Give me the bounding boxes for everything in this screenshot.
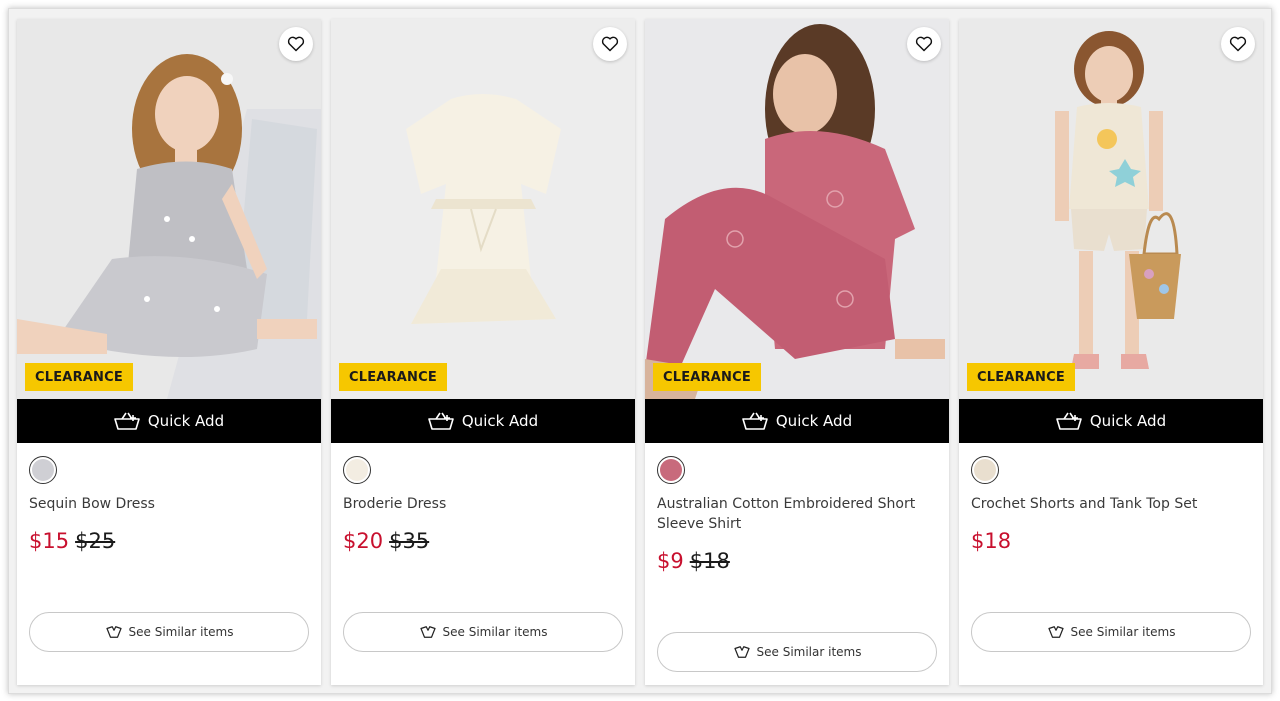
- product-card[interactable]: CLEARANCE Quick Add Sequin Bow Dress $15…: [17, 19, 321, 685]
- product-card[interactable]: CLEARANCE Quick Add Broderie Dress $20 $3…: [331, 19, 635, 685]
- product-grid-panel: CLEARANCE Quick Add Sequin Bow Dress $15…: [8, 8, 1272, 694]
- sale-price: $9: [657, 549, 684, 573]
- price-row: $9 $18: [657, 548, 937, 574]
- color-swatch[interactable]: [971, 456, 999, 484]
- product-title[interactable]: Crochet Shorts and Tank Top Set: [971, 494, 1251, 514]
- product-title[interactable]: Australian Cotton Embroidered Short Slee…: [657, 494, 937, 534]
- quick-add-label: Quick Add: [1089, 412, 1167, 430]
- crochet-set-photo: [959, 19, 1263, 399]
- product-title[interactable]: Broderie Dress: [343, 494, 623, 514]
- original-price: $25: [75, 529, 116, 553]
- wishlist-button[interactable]: [1221, 27, 1255, 61]
- basket-icon: [428, 412, 454, 430]
- quick-add-label: Quick Add: [147, 412, 225, 430]
- product-grid: CLEARANCE Quick Add Sequin Bow Dress $15…: [17, 19, 1263, 685]
- basket-icon: [742, 412, 768, 430]
- sale-price: $15: [29, 529, 70, 553]
- color-swatch[interactable]: [343, 456, 371, 484]
- hanger-icon: [105, 626, 122, 638]
- product-card[interactable]: CLEARANCE Quick Add Crochet Shorts and T…: [959, 19, 1263, 685]
- quick-add-button[interactable]: Quick Add: [959, 399, 1263, 443]
- product-image[interactable]: CLEARANCE: [17, 19, 321, 399]
- heart-icon: [601, 36, 619, 52]
- clearance-badge: CLEARANCE: [339, 363, 447, 391]
- clearance-badge: CLEARANCE: [25, 363, 133, 391]
- wishlist-button[interactable]: [279, 27, 313, 61]
- color-swatch[interactable]: [657, 456, 685, 484]
- color-swatch[interactable]: [29, 456, 57, 484]
- sale-price: $18: [971, 529, 1012, 553]
- see-similar-button[interactable]: See Similar items: [657, 632, 937, 672]
- product-image[interactable]: CLEARANCE: [331, 19, 635, 399]
- quick-add-button[interactable]: Quick Add: [645, 399, 949, 443]
- hanger-icon: [733, 646, 750, 658]
- hanger-icon: [419, 626, 436, 638]
- price-row: $15 $25: [29, 528, 309, 554]
- original-price: $18: [689, 549, 730, 573]
- wishlist-button[interactable]: [593, 27, 627, 61]
- sale-price: $20: [343, 529, 384, 553]
- see-similar-label: See Similar items: [128, 625, 234, 639]
- heart-icon: [915, 36, 933, 52]
- quick-add-button[interactable]: Quick Add: [331, 399, 635, 443]
- clearance-badge: CLEARANCE: [653, 363, 761, 391]
- product-title[interactable]: Sequin Bow Dress: [29, 494, 309, 514]
- see-similar-label: See Similar items: [442, 625, 548, 639]
- clearance-badge: CLEARANCE: [967, 363, 1075, 391]
- see-similar-label: See Similar items: [756, 645, 862, 659]
- quick-add-label: Quick Add: [461, 412, 539, 430]
- see-similar-label: See Similar items: [1070, 625, 1176, 639]
- heart-icon: [1229, 36, 1247, 52]
- basket-icon: [1056, 412, 1082, 430]
- quick-add-label: Quick Add: [775, 412, 853, 430]
- original-price: $35: [389, 529, 430, 553]
- basket-icon: [114, 412, 140, 430]
- wishlist-button[interactable]: [907, 27, 941, 61]
- product-image[interactable]: CLEARANCE: [645, 19, 949, 399]
- product-image[interactable]: CLEARANCE: [959, 19, 1263, 399]
- see-similar-button[interactable]: See Similar items: [29, 612, 309, 652]
- quick-add-button[interactable]: Quick Add: [17, 399, 321, 443]
- heart-icon: [287, 36, 305, 52]
- embroidered-shirt-photo: [645, 19, 949, 399]
- price-row: $18: [971, 528, 1251, 554]
- price-row: $20 $35: [343, 528, 623, 554]
- sequin-dress-photo: [17, 19, 321, 399]
- see-similar-button[interactable]: See Similar items: [343, 612, 623, 652]
- product-card[interactable]: CLEARANCE Quick Add Australian Cotton Em…: [645, 19, 949, 685]
- broderie-dress-photo: [331, 19, 635, 399]
- hanger-icon: [1047, 626, 1064, 638]
- see-similar-button[interactable]: See Similar items: [971, 612, 1251, 652]
